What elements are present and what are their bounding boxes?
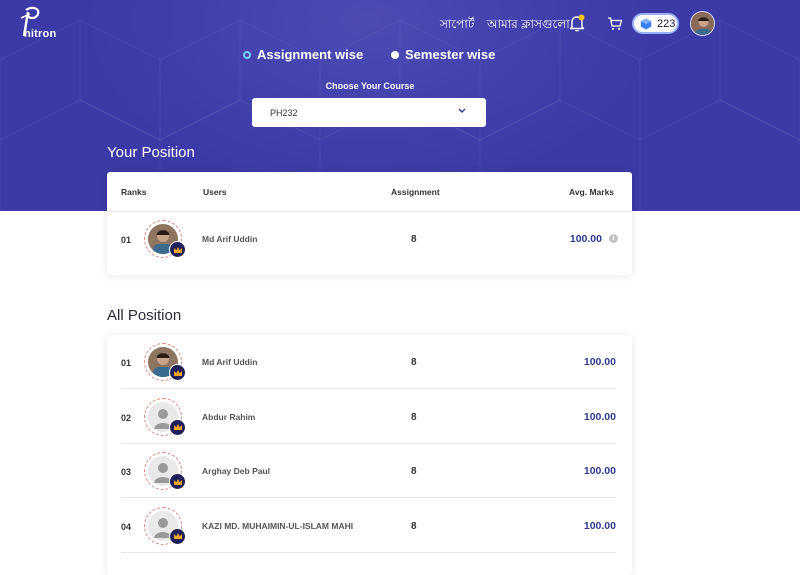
avg-marks: 100.00: [583, 519, 616, 532]
choose-course-label: Choose Your Course: [325, 81, 415, 91]
leaderboard-row: 03 Arghay Deb Paul 8 100.00: [121, 444, 616, 498]
chevron-down-icon: [458, 108, 466, 113]
column-header-users: Users: [203, 187, 227, 197]
user-avatar-frame: [144, 397, 186, 436]
navbar: hitron সাপোর্ট আমার ক্লাসগুলো 223: [0, 0, 800, 46]
semester-wise-radio[interactable]: [391, 50, 399, 59]
semester-wise-label: Semester wise: [405, 47, 496, 62]
crown-icon: [173, 246, 182, 253]
assignment-wise-label: Assignment wise: [257, 47, 364, 62]
assignment-count: 8: [411, 234, 417, 245]
assignment-count: 8: [411, 466, 417, 477]
nav-my-classes-link[interactable]: আমার ক্লাসগুলো: [487, 16, 570, 36]
bell-icon[interactable]: [568, 13, 586, 33]
your-position-title: Your Position: [107, 144, 195, 161]
user-avatar-frame: [144, 220, 186, 258]
user-name[interactable]: Md Arif Uddin: [202, 234, 257, 244]
cart-icon[interactable]: [607, 16, 623, 31]
rank-number: 03: [121, 467, 132, 477]
rank-number: 04: [121, 521, 132, 532]
crown-badge: [169, 473, 186, 490]
your-position-table-header: Ranks Users Assignment Avg. Marks: [107, 172, 632, 212]
user-avatar-frame: [144, 506, 186, 545]
gem-balance-badge[interactable]: 223: [632, 13, 679, 34]
rank-number: 01: [121, 235, 132, 245]
rank-number: 02: [121, 412, 132, 423]
user-avatar-frame: [144, 452, 186, 490]
user-name[interactable]: Abdur Rahim: [202, 412, 255, 422]
avg-marks: 100.00: [583, 410, 616, 423]
assignment-wise-toggle[interactable]: Assignment wise: [243, 47, 363, 62]
leaderboard-row: 01 Md Arif Uddin 8 100.00: [121, 335, 616, 389]
course-select-value: PH232: [270, 107, 298, 118]
crown-icon: [173, 424, 182, 430]
column-header-assignment: Assignment: [391, 187, 440, 197]
assignment-wise-radio[interactable]: [243, 50, 251, 59]
your-position-card: Ranks Users Assignment Avg. Marks 01 Md …: [107, 172, 632, 275]
crown-badge: [169, 241, 186, 258]
avg-marks: 100.00: [569, 233, 602, 245]
logo-text: hitron: [24, 28, 57, 40]
info-icon[interactable]: i: [609, 234, 618, 243]
assignment-count: 8: [411, 357, 417, 368]
gem-icon: [640, 18, 652, 29]
user-name[interactable]: Arghay Deb Paul: [202, 466, 270, 476]
your-position-row: 01 Md Arif Uddin 8 100.00: [121, 212, 616, 266]
rank-number: 01: [121, 358, 132, 368]
user-name[interactable]: Md Arif Uddin: [202, 357, 257, 367]
crown-icon: [173, 533, 182, 539]
crown-badge: [169, 418, 186, 436]
course-select[interactable]: PH232: [252, 98, 486, 127]
leaderboard-row: 04 KAZI MD. MUHAIMIN-UL-ISLAM MAHI 8 100…: [121, 499, 616, 553]
assignment-count: 8: [411, 411, 417, 423]
crown-icon: [173, 369, 182, 376]
column-header-avg-marks: Avg. Marks: [569, 187, 615, 197]
crown-badge: [169, 364, 186, 381]
nav-support-link[interactable]: সাপোর্ট: [440, 16, 474, 36]
leaderboard-row: 02 Abdur Rahim 8 100.00: [121, 390, 616, 444]
user-avatar[interactable]: [690, 11, 715, 36]
avg-marks: 100.00: [583, 356, 616, 368]
avg-marks: 100.00: [583, 465, 616, 477]
crown-icon: [173, 478, 182, 485]
avatar-photo: [691, 12, 714, 35]
crown-badge: [169, 527, 186, 545]
all-position-card: 01 Md Arif Uddin 8 100.00 02 Abdur Rahim…: [107, 335, 632, 575]
assignment-count: 8: [411, 520, 417, 532]
user-name[interactable]: KAZI MD. MUHAIMIN-UL-ISLAM MAHI: [202, 521, 353, 531]
column-header-ranks: Ranks: [121, 187, 147, 197]
gem-count: 223: [657, 17, 676, 30]
all-position-title: All Position: [107, 307, 182, 324]
semester-wise-toggle[interactable]: Semester wise: [391, 47, 495, 62]
user-avatar-frame: [144, 343, 186, 381]
